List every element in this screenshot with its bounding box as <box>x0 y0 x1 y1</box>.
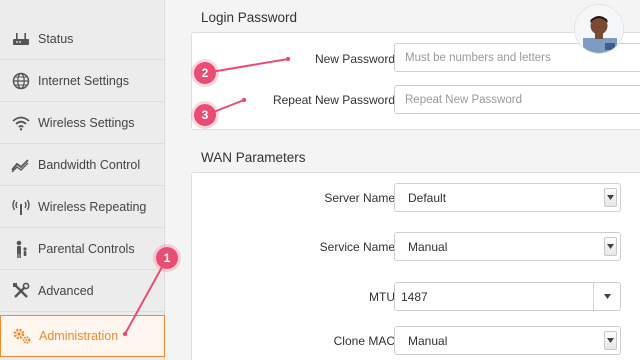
sidebar-item-wireless-settings[interactable]: Wireless Settings <box>0 102 165 144</box>
sidebar-item-label: Bandwidth Control <box>38 157 141 172</box>
sidebar-item-label: Status <box>38 31 74 46</box>
mtu-combo[interactable]: 1487 <box>394 282 621 311</box>
sidebar-item-internet-settings[interactable]: Internet Settings <box>0 60 165 102</box>
sidebar-item-label: Parental Controls <box>38 241 135 256</box>
wan-parameters-title: WAN Parameters <box>201 150 306 165</box>
service-name-value: Manual <box>408 239 448 254</box>
callout-badge-3: 3 <box>194 104 216 126</box>
sidebar-item-label: Advanced <box>38 283 94 298</box>
sidebar: Status Internet Settings Wireless Settin… <box>0 0 165 360</box>
sidebar-item-label: Administration <box>39 329 119 343</box>
sidebar-item-advanced[interactable]: Advanced <box>0 270 165 312</box>
server-name-label: Server Name <box>324 191 395 205</box>
router-icon <box>0 31 38 47</box>
wan-parameters-panel: Server Name Default Service Name Manual … <box>191 172 640 360</box>
login-password-title: Login Password <box>201 10 298 25</box>
service-name-label: Service Name <box>319 240 395 254</box>
sidebar-item-label: Wireless Repeating <box>38 199 147 214</box>
sidebar-item-administration[interactable]: Administration <box>0 315 165 357</box>
chevron-down-icon <box>604 237 617 256</box>
sidebar-item-wireless-repeating[interactable]: Wireless Repeating <box>0 186 165 228</box>
sidebar-item-label: Wireless Settings <box>38 115 135 130</box>
repeat-password-label: Repeat New Password <box>272 93 395 107</box>
sidebar-item-label: Internet Settings <box>38 73 130 88</box>
new-password-label: New Password <box>314 52 395 66</box>
sidebar-item-status[interactable]: Status <box>0 18 165 60</box>
parental-icon <box>0 240 38 258</box>
chevron-down-icon <box>604 331 617 350</box>
presenter-avatar <box>574 4 624 54</box>
sidebar-item-parental-controls[interactable]: Parental Controls <box>0 228 165 270</box>
repeat-password-input[interactable] <box>394 85 640 114</box>
chevron-down-icon <box>604 188 617 207</box>
callout-badge-2: 2 <box>194 62 216 84</box>
mtu-value: 1487 <box>401 289 428 304</box>
callout-badge-1: 1 <box>156 247 178 269</box>
server-name-select[interactable]: Default <box>394 183 621 212</box>
clone-mac-label: Clone MAC <box>333 334 395 348</box>
main-content: Login Password New Password Repeat New P… <box>165 0 640 360</box>
gears-icon <box>1 327 39 345</box>
sidebar-item-bandwidth-control[interactable]: Bandwidth Control <box>0 144 165 186</box>
bandwidth-icon <box>0 157 38 173</box>
globe-icon <box>0 72 38 90</box>
service-name-select[interactable]: Manual <box>394 232 621 261</box>
wifi-icon <box>0 115 38 131</box>
tools-icon <box>0 282 38 300</box>
mtu-label: MTU <box>369 290 395 304</box>
login-password-panel: New Password Repeat New Password <box>191 32 640 130</box>
clone-mac-value: Manual <box>408 333 448 348</box>
repeater-icon <box>0 198 38 216</box>
server-name-value: Default <box>408 190 447 205</box>
clone-mac-select[interactable]: Manual <box>394 326 621 355</box>
chevron-down-icon[interactable] <box>593 283 620 310</box>
